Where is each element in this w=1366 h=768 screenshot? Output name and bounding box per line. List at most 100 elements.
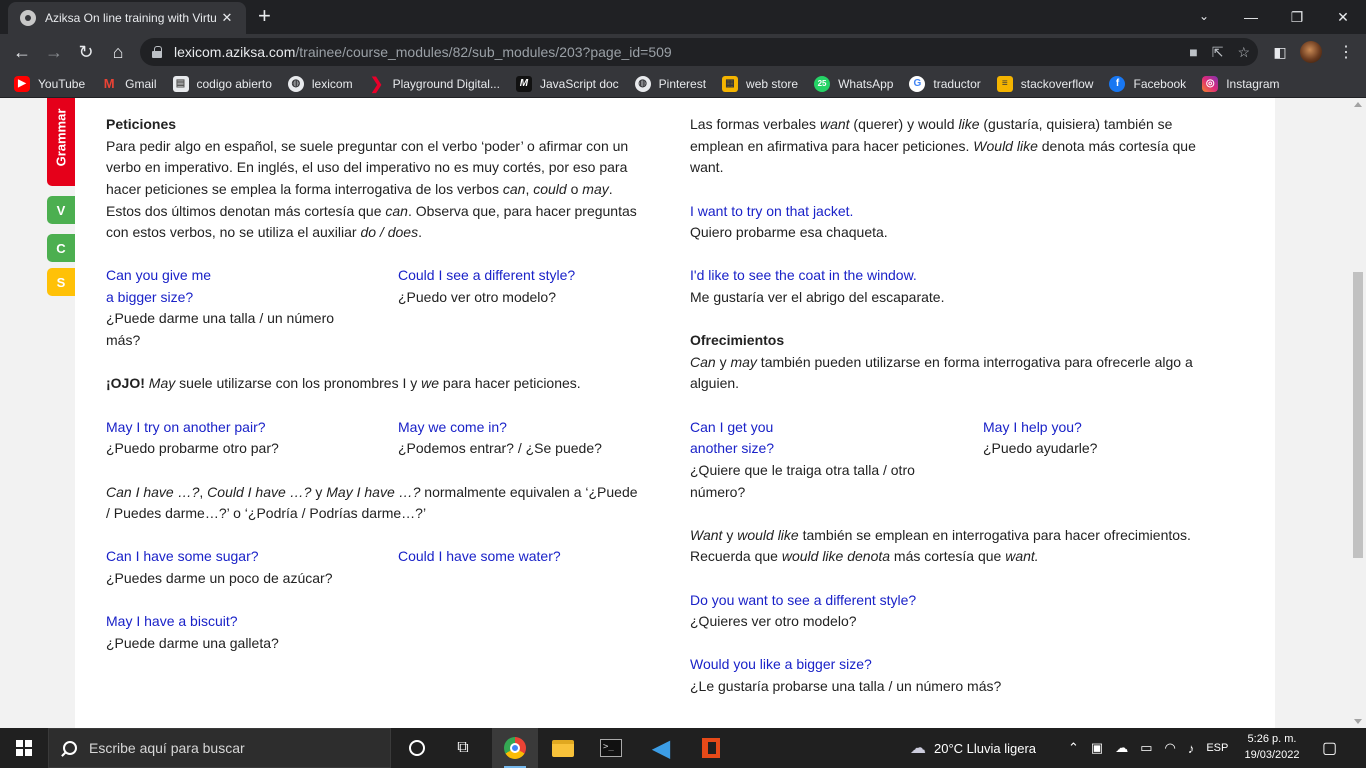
system-tray: ⌃ ▣ ☁ ▭ ◠ ♪ ESP [1068, 728, 1228, 768]
vscode-icon[interactable]: ◀ [638, 728, 684, 768]
s-tab[interactable]: S [47, 268, 75, 296]
new-tab-icon[interactable]: + [258, 5, 271, 27]
tab-search-icon[interactable]: ⌄ [1192, 4, 1216, 28]
want-note-line-1: Want y would like también se emplean en … [690, 527, 1191, 543]
tab-title: Aziksa On line training with Virtu [45, 11, 217, 25]
menu-icon[interactable]: ⋮ [1336, 41, 1356, 63]
note-line-2: / Puedes darme…?’ o ‘¿Podría / Podrías d… [106, 505, 427, 521]
lock-icon[interactable] [152, 46, 162, 58]
notifications-icon[interactable]: ▢ [1322, 728, 1337, 768]
bookmarks-bar: ▶ YouTube M Gmail ▤ codigo abierto ◍ lexicom… [0, 70, 1366, 98]
url-text[interactable]: lexicom.aziksa.com/trainee/course_module… [174, 44, 672, 60]
example-es: ¿Le gustaría probarse una talla / un núm… [690, 678, 1002, 694]
scroll-up-icon[interactable] [1354, 102, 1362, 107]
example-es: ¿Puede darme una talla / un número [106, 310, 335, 326]
start-button[interactable] [0, 728, 48, 768]
example-en: Can you give me [106, 267, 212, 283]
example-en: Could I have some water? [398, 548, 561, 564]
forward-icon[interactable]: → [40, 38, 68, 66]
example-es: ¿Puedes darme un poco de azúcar? [106, 570, 333, 586]
volume-icon[interactable]: ♪ [1188, 741, 1195, 756]
bookmark-facebook[interactable]: f Facebook [1109, 75, 1186, 92]
file-explorer-icon[interactable] [540, 728, 586, 768]
ofrecimientos-line-1: Can y may también pueden utilizarse en f… [690, 354, 1193, 370]
example-en: a bigger size? [106, 289, 194, 305]
formas-line-3: want. [690, 159, 724, 175]
browser-tab[interactable]: Aziksa On line training with Virtu ✕ [8, 2, 246, 34]
bookmark-whatsapp[interactable]: 25 WhatsApp [814, 75, 893, 92]
share-icon[interactable]: ⇱ [1212, 44, 1224, 61]
bookmark-javascript-doc[interactable]: M JavaScript doc [515, 75, 619, 92]
example-es: ¿Quiere que le traiga otra talla / otro [690, 462, 915, 478]
bookmark-traductor[interactable]: Gtraductor [909, 75, 981, 92]
bookmark-stackoverflow[interactable]: ≡ stackoverflow [996, 75, 1093, 92]
close-window-icon[interactable]: ✕ [1320, 0, 1366, 34]
ofrecimientos-line-2: alguien. [690, 375, 740, 391]
camera-icon[interactable]: ▣ [1091, 740, 1103, 756]
gmail-icon: M [103, 76, 115, 91]
office-icon[interactable] [688, 728, 734, 768]
chevron-up-icon[interactable]: ⌃ [1068, 740, 1079, 756]
example-en: Would you like a bigger size? [690, 656, 872, 672]
bookmark-web-store[interactable]: ▦ web store [722, 75, 798, 92]
want-note-line-2: Recuerda que would like denota más corte… [690, 548, 1039, 564]
window-controls: — ❐ ✕ [1228, 0, 1366, 34]
section-title-peticiones: Peticiones [106, 116, 177, 132]
vocabulary-tab[interactable]: V [47, 196, 75, 224]
clock[interactable]: 5:26 p. m. 19/03/2022 [1240, 731, 1304, 763]
close-tab-icon[interactable]: ✕ [218, 10, 236, 26]
example-en: Can I have some sugar? [106, 548, 259, 564]
example-es: Me gustaría ver el abrigo del escaparate… [690, 289, 945, 305]
scroll-thumb[interactable] [1353, 272, 1363, 558]
side-panel-icon[interactable]: ◧ [1270, 41, 1290, 63]
cortana-icon[interactable] [394, 728, 440, 768]
example-en: another size? [690, 440, 775, 456]
bookmark-playground[interactable]: ❯ Playground Digital... [369, 75, 500, 93]
example-es: Quiero probarme esa chaqueta. [690, 224, 888, 240]
example-en: I want to try on that jacket. [690, 203, 854, 219]
camera-icon[interactable]: ■ [1189, 44, 1197, 60]
bookmark-instagram[interactable]: ◎ Instagram [1202, 75, 1280, 92]
wifi-icon[interactable]: ◠ [1165, 740, 1176, 756]
bookmark-gmail[interactable]: M Gmail [101, 76, 157, 92]
restore-icon[interactable]: ❐ [1274, 0, 1320, 34]
chrome-icon[interactable] [492, 728, 538, 768]
grammar-tab[interactable]: Grammar [47, 98, 75, 186]
intro-line-2: verbo en imperativo. En inglés, el uso d… [106, 159, 628, 175]
star-icon[interactable]: ☆ [1237, 44, 1250, 61]
avatar[interactable] [1300, 41, 1322, 63]
home-icon[interactable]: ⌂ [104, 38, 132, 66]
bookmark-pinterest[interactable]: ◍ Pinterest [634, 75, 706, 92]
bookmark-lexicom[interactable]: ◍ lexicom [287, 75, 353, 92]
taskbar-search[interactable]: Escribe aquí para buscar [48, 728, 391, 768]
store-icon: ▦ [722, 75, 739, 92]
facebook-icon: f [1109, 75, 1126, 92]
google-icon: G [909, 75, 926, 92]
youtube-icon: ▶ [14, 75, 30, 92]
example-es: ¿Puede darme una galleta? [106, 635, 279, 651]
example-es: ¿Puedo ver otro modelo? [398, 289, 556, 305]
onedrive-icon[interactable]: ☁ [1115, 740, 1128, 756]
task-view-icon[interactable]: ⧉ [440, 728, 486, 768]
globe-icon [20, 10, 36, 26]
bookmark-codigo-abierto[interactable]: ▤ codigo abierto [172, 75, 272, 92]
weather-widget[interactable]: ☁ 20°C Lluvia ligera [910, 728, 1036, 768]
battery-icon[interactable]: ▭ [1140, 740, 1152, 756]
bookmark-youtube[interactable]: ▶ YouTube [14, 75, 85, 92]
chevron-icon: ❯ [369, 75, 384, 93]
language-indicator[interactable]: ESP [1206, 742, 1228, 754]
section-title-ofrecimientos: Ofrecimientos [690, 332, 785, 348]
terminal-icon[interactable]: >_ [588, 728, 634, 768]
scroll-down-icon[interactable] [1354, 719, 1362, 724]
address-bar[interactable]: lexicom.aziksa.com/trainee/course_module… [140, 38, 1258, 66]
minimize-icon[interactable]: — [1228, 0, 1274, 34]
back-icon[interactable]: ← [8, 38, 36, 66]
page-scrollbar[interactable] [1350, 98, 1366, 728]
intro-line-4: Estos dos últimos denotan más cortesía q… [106, 203, 637, 219]
stackoverflow-icon: ≡ [996, 75, 1013, 92]
reload-icon[interactable]: ↻ [72, 38, 100, 66]
m-icon: M [515, 75, 532, 92]
c-tab[interactable]: C [47, 234, 75, 262]
formas-line-2: emplean en afirmativa para hacer peticio… [690, 138, 1196, 154]
instagram-icon: ◎ [1202, 75, 1219, 92]
